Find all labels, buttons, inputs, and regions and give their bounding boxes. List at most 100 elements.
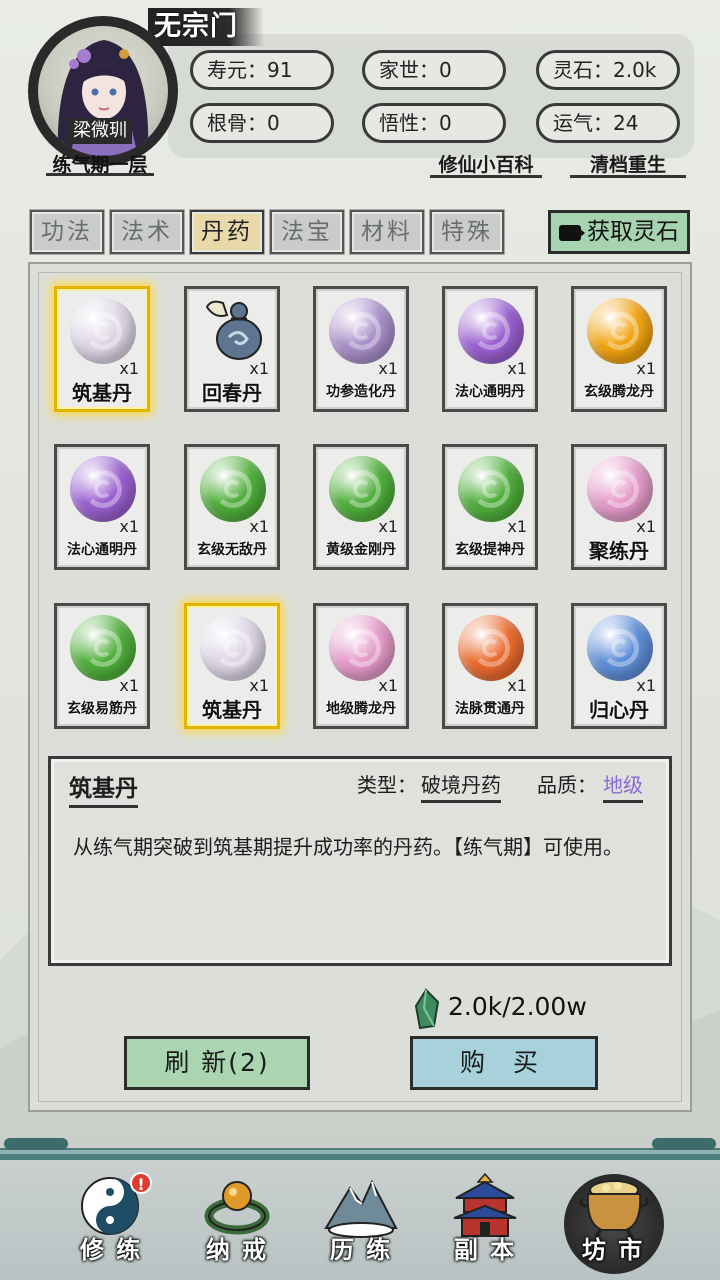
item-name: 玄级腾龙丹 [584,384,654,400]
item-quality-label: 品质： [537,773,597,797]
item-slot[interactable]: x1 玄级提神丹 [442,444,538,570]
gourd-icon [205,300,262,360]
pill-icon [329,615,395,681]
pill-icon [200,615,266,681]
item-name: 法心通明丹 [67,542,137,558]
pill-icon [70,298,136,364]
cultivation-wiki-link[interactable]: 修仙小百科 [430,150,542,178]
pill-swirl-inner [224,480,242,498]
pill-swirl-inner [611,322,629,340]
item-name: 黄级金刚丹 [326,542,396,558]
tab-spells[interactable]: 法术 [109,209,185,255]
item-name: 回春丹 [202,381,262,405]
item-description: 从练气期突破到筑基期提升成功率的丹药。【练气期】可使用。 [73,835,623,859]
pill-icon [587,615,653,681]
item-type-label: 类型： [357,773,417,797]
tab-pills[interactable]: 丹药 [189,209,265,255]
pill-swirl-inner [94,639,112,657]
item-name: 聚练丹 [589,539,649,563]
item-slot[interactable]: x1 黄级金刚丹 [313,444,409,570]
price-text: 2.0k/2.00w [448,992,587,1021]
pagoda-icon [453,1172,517,1237]
alert-icon: ! [130,1172,152,1194]
item-quantity: x1 [249,359,269,378]
video-camera-icon [559,225,585,241]
tab-materials[interactable]: 材料 [349,209,425,255]
item-detail-panel: 筑基丹 类型： 破境丹药 品质： 地级 从练气期突破到筑基期提升成功率的丹药。【… [48,756,672,966]
nav-dungeon[interactable]: 副 本 [430,1170,540,1276]
pill-swirl-inner [482,322,500,340]
tab-artifacts[interactable]: 法宝 [269,209,345,255]
item-quantity: x1 [636,359,656,378]
item-quantity: x1 [636,517,656,536]
item-slot[interactable]: x1 玄级易筋丹 [54,603,150,729]
item-quality-value: 地级 [603,769,643,803]
item-slot[interactable]: x1 玄级无敌丹 [184,444,280,570]
nav-market[interactable]: 坊 市 [558,1170,668,1276]
item-slot[interactable]: x1 筑基丹 [184,603,280,729]
item-name: 法脉贯通丹 [455,701,525,717]
item-name: 玄级无敌丹 [197,542,267,558]
nav-cultivate[interactable]: ! 修 练 [56,1170,166,1276]
item-slot[interactable]: x1 聚练丹 [571,444,667,570]
pill-icon [458,456,524,522]
pill-swirl-inner [94,322,112,340]
item-name: 地级腾龙丹 [326,701,396,717]
character-name: 梁微玔 [68,118,132,144]
get-spirit-stone-label: 获取灵石 [587,219,679,245]
nav-cultivate-label: 修 练 [79,1236,143,1264]
pill-swirl-inner [353,639,371,657]
item-quantity: x1 [119,517,139,536]
pill-swirl-inner [353,480,371,498]
reset-save-link[interactable]: 清档重生 [570,150,686,178]
item-slot[interactable]: x1 法心通明丹 [54,444,150,570]
pill-swirl-inner [94,480,112,498]
item-slot[interactable]: x1 功参造化丹 [313,286,409,412]
pill-icon [458,615,524,681]
ring-icon [204,1181,270,1235]
item-name: 法心通明丹 [455,384,525,400]
cultivation-realm: 练气期一层 [46,150,154,176]
item-slot[interactable]: x1 地级腾龙丹 [313,603,409,729]
pill-swirl-inner [611,480,629,498]
item-name: 归心丹 [589,698,649,722]
refresh-button[interactable]: 刷 新(2) [124,1036,310,1090]
item-quantity: x1 [507,359,527,378]
pill-icon [329,298,395,364]
pill-icon [200,456,266,522]
nav-dungeon-label: 副 本 [453,1236,517,1264]
item-name: 功参造化丹 [326,384,396,400]
item-name: 筑基丹 [72,381,132,405]
pill-swirl-inner [482,480,500,498]
item-slot[interactable]: x1 筑基丹 [54,286,150,412]
nav-storage-ring[interactable]: 纳 戒 [182,1170,292,1276]
nav-adventure-label: 历 练 [329,1236,393,1264]
pill-swirl-inner [482,639,500,657]
item-quantity: x1 [119,676,139,695]
item-slot[interactable]: x1 回春丹 [184,286,280,412]
item-quantity: x1 [119,359,139,378]
item-type-value: 破境丹药 [421,769,501,803]
stat-spirit-stone: 灵石：2.0k [536,50,680,90]
item-slot[interactable]: x1 法脉贯通丹 [442,603,538,729]
item-slot[interactable]: x1 玄级腾龙丹 [571,286,667,412]
pill-icon [587,298,653,364]
pill-swirl-inner [224,639,242,657]
item-quantity: x1 [378,517,398,536]
item-name: 玄级提神丹 [455,542,525,558]
item-quantity: x1 [378,676,398,695]
item-name: 筑基丹 [202,698,262,722]
tab-special[interactable]: 特殊 [429,209,505,255]
item-slot[interactable]: x1 法心通明丹 [442,286,538,412]
pill-icon [458,298,524,364]
tab-techniques[interactable]: 功法 [29,209,105,255]
nav-adventure[interactable]: 历 练 [306,1170,416,1276]
nav-storage-ring-label: 纳 戒 [205,1236,269,1264]
get-spirit-stone-button[interactable]: 获取灵石 [548,210,690,254]
buy-button[interactable]: 购 买 [410,1036,598,1090]
item-quantity: x1 [249,517,269,536]
item-slot[interactable]: x1 归心丹 [571,603,667,729]
item-quantity: x1 [378,359,398,378]
item-quantity: x1 [636,676,656,695]
pill-icon [587,456,653,522]
